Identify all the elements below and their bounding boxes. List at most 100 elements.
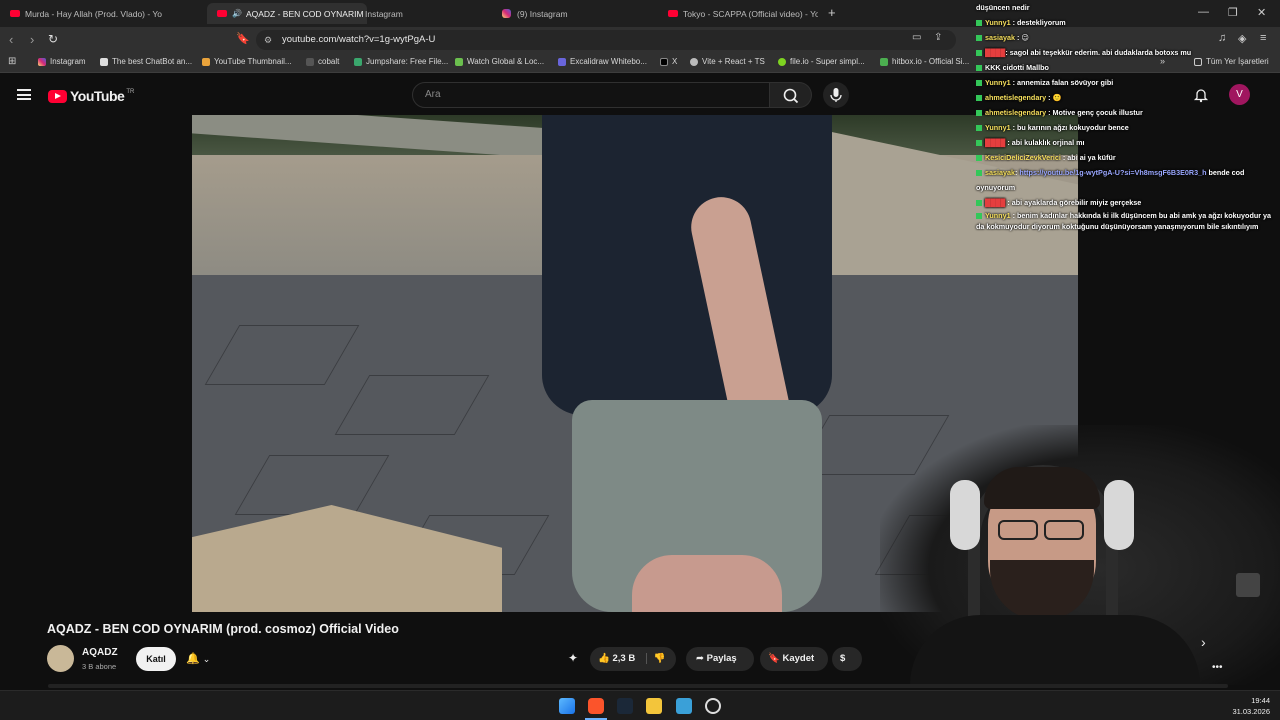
chat-user: KesiciDeliciZevkVerici bbox=[985, 153, 1061, 162]
new-tab-icon[interactable]: + bbox=[828, 5, 836, 20]
chat-text: : sagol abi teşekkür ederim. abi dudakla… bbox=[1005, 48, 1192, 57]
speaker-icon: 🔊 bbox=[232, 9, 242, 18]
brave-browser-icon[interactable] bbox=[588, 698, 604, 714]
bookmark-label: X bbox=[672, 57, 678, 66]
save-bookmark-icon: 🔖 bbox=[768, 653, 780, 664]
bookmark-item[interactable]: hitbox.io - Official Si... bbox=[880, 57, 969, 66]
bookmark-item[interactable]: Watch Global & Loc... bbox=[455, 57, 544, 66]
apps-grid-icon[interactable]: ⊞ bbox=[8, 56, 16, 67]
browser-tab[interactable]: Instagram bbox=[365, 3, 495, 24]
file-explorer-icon[interactable] bbox=[646, 698, 662, 714]
obs-icon[interactable] bbox=[705, 698, 721, 714]
browser-tab[interactable]: (9) Instagram bbox=[494, 3, 654, 24]
bookmark-icon[interactable]: 🔖 bbox=[236, 32, 250, 45]
chat-user: ahmetislegendary bbox=[985, 93, 1047, 102]
bookmark-item[interactable]: YouTube Thumbnail... bbox=[202, 57, 292, 66]
stream-chat-overlay: düşüncen nedir Yunny1 : destekliyorum sa… bbox=[976, 0, 1280, 232]
browser-tab[interactable]: Tokyo - SCAPPA (Official video) - You bbox=[658, 3, 818, 24]
chat-text: düşüncen nedir bbox=[976, 3, 1030, 12]
bookmark-item[interactable]: Excalidraw Whitebo... bbox=[558, 57, 647, 66]
watch-icon bbox=[455, 57, 463, 66]
thumbnail-icon bbox=[202, 57, 210, 66]
clock-time: 19:44 bbox=[1251, 696, 1270, 705]
bookmark-item[interactable]: Jumpshare: Free File... bbox=[354, 57, 448, 66]
cast-icon[interactable]: ▭ bbox=[912, 32, 921, 43]
bookmark-item[interactable]: file.io - Super simpl... bbox=[778, 57, 865, 66]
voice-search-button[interactable] bbox=[823, 82, 849, 108]
chat-message: KesiciDeliciZevkVerici : abi ai ya küfür bbox=[976, 150, 1280, 165]
chat-text: KKK cidotti Mallbo bbox=[985, 63, 1049, 72]
chat-message: düşüncen nedir bbox=[976, 0, 1280, 15]
windows-start-icon[interactable] bbox=[559, 698, 575, 714]
more-options-icon[interactable]: ••• bbox=[1212, 662, 1223, 673]
forward-icon[interactable]: › bbox=[30, 32, 34, 47]
like-button[interactable]: 👍 2,3 B bbox=[598, 653, 635, 664]
chat-message: KKK cidotti Mallbo bbox=[976, 60, 1280, 75]
reload-icon[interactable]: ↻ bbox=[48, 32, 58, 46]
hitbox-icon bbox=[880, 57, 888, 66]
chat-message: ████ : abi ayaklarda görebilir miyiz ger… bbox=[976, 195, 1280, 210]
chat-badge-icon bbox=[976, 125, 982, 132]
chat-badge-icon bbox=[976, 140, 982, 147]
browser-tab[interactable]: Murda - Hay Allah (Prod. Vlado) - Yo bbox=[0, 3, 200, 24]
bookmark-label: hitbox.io - Official Si... bbox=[892, 57, 970, 66]
channel-avatar[interactable] bbox=[47, 645, 74, 672]
thanks-button[interactable]: $ bbox=[832, 647, 862, 671]
subscriber-count: 3 B abone bbox=[82, 662, 117, 671]
stream-logo-icon bbox=[1236, 573, 1260, 597]
bookmark-label: YouTube Thumbnail... bbox=[214, 57, 292, 66]
bookmark-item[interactable]: Vite + React + TS bbox=[690, 57, 765, 66]
youtube-icon bbox=[217, 10, 227, 17]
chat-badge-icon bbox=[976, 50, 982, 57]
youtube-logo[interactable]: YouTube TR bbox=[48, 88, 134, 104]
bookmark-item[interactable]: The best ChatBot an... bbox=[100, 57, 192, 66]
share-icon[interactable]: ⇪ bbox=[934, 32, 942, 43]
steam-icon[interactable] bbox=[617, 698, 633, 714]
chat-user: sasiayak bbox=[985, 33, 1015, 42]
url-field[interactable]: ⚙ youtube.com/watch?v=1g-wytPgA-U bbox=[256, 30, 956, 50]
back-icon[interactable]: ‹ bbox=[9, 32, 13, 47]
chat-text: : benim kadınlar hakkında ki ilk düşünce… bbox=[976, 211, 1272, 231]
bookmark-item[interactable]: Instagram bbox=[38, 57, 86, 66]
join-button[interactable]: Katıl bbox=[136, 647, 176, 671]
site-info-icon[interactable]: ⚙ bbox=[264, 30, 272, 50]
chat-badge-icon bbox=[976, 170, 982, 177]
channel-name[interactable]: AQADZ bbox=[82, 647, 118, 658]
chat-text: : abi ayaklarda görebilir miyiz gerçekse bbox=[1007, 198, 1142, 207]
tab-title: AQADZ - BEN COD OYNARIM bbox=[245, 8, 364, 19]
chat-message: Yunny1 : benim kadınlar hakkında ki ilk … bbox=[976, 210, 1280, 232]
bookmark-item[interactable]: cobalt bbox=[306, 57, 339, 66]
share-arrow-icon: ➦ bbox=[696, 653, 704, 664]
chat-text: : annemiza falan sövüyor gibi bbox=[1012, 78, 1114, 87]
chat-user: Yunny1 bbox=[985, 123, 1011, 132]
bookmark-label: file.io - Super simpl... bbox=[790, 57, 865, 66]
hamburger-menu-icon[interactable] bbox=[17, 89, 31, 100]
jumpshare-icon bbox=[354, 57, 362, 66]
description-box-edge bbox=[48, 684, 1228, 688]
chat-message: Yunny1 : annemiza falan sövüyor gibi bbox=[976, 75, 1280, 90]
chat-user: ahmetislegendary bbox=[985, 108, 1047, 117]
chevron-right-icon[interactable]: › bbox=[1201, 634, 1206, 650]
dislike-button[interactable]: 👎 bbox=[645, 653, 666, 664]
youtube-icon bbox=[668, 10, 678, 17]
x-icon bbox=[660, 57, 668, 66]
chat-badge-icon bbox=[976, 95, 982, 102]
headphone-ear-right bbox=[1104, 480, 1134, 550]
chat-text: : abi kulaklık orjinal mı bbox=[1007, 138, 1085, 147]
system-clock[interactable]: 19:44 31.03.2026 bbox=[1232, 695, 1270, 717]
browser-tab-active[interactable]: 🔊 AQADZ - BEN COD OYNARIM ✕ bbox=[207, 3, 367, 24]
bookmark-label: Instagram bbox=[50, 57, 86, 66]
bookmark-label: Watch Global & Loc... bbox=[467, 57, 545, 66]
store-icon[interactable] bbox=[676, 698, 692, 714]
save-button[interactable]: 🔖 Kaydet bbox=[760, 647, 828, 671]
sparkle-icon[interactable]: ✦ bbox=[568, 651, 578, 665]
save-label: Kaydet bbox=[782, 653, 815, 664]
bookmark-item[interactable]: X bbox=[660, 57, 677, 66]
search-button[interactable] bbox=[770, 82, 812, 108]
search-input[interactable]: Ara bbox=[412, 82, 770, 108]
microphone-icon bbox=[830, 88, 842, 102]
chat-link[interactable]: https://youtu.be/1g-wytPgA-U?si=Vh8msgF6… bbox=[1019, 168, 1206, 177]
share-button[interactable]: ➦ Paylaş bbox=[686, 647, 754, 671]
subscription-bell-button[interactable]: 🔔 ⌄ bbox=[186, 652, 210, 665]
tab-title: (9) Instagram bbox=[517, 8, 568, 19]
